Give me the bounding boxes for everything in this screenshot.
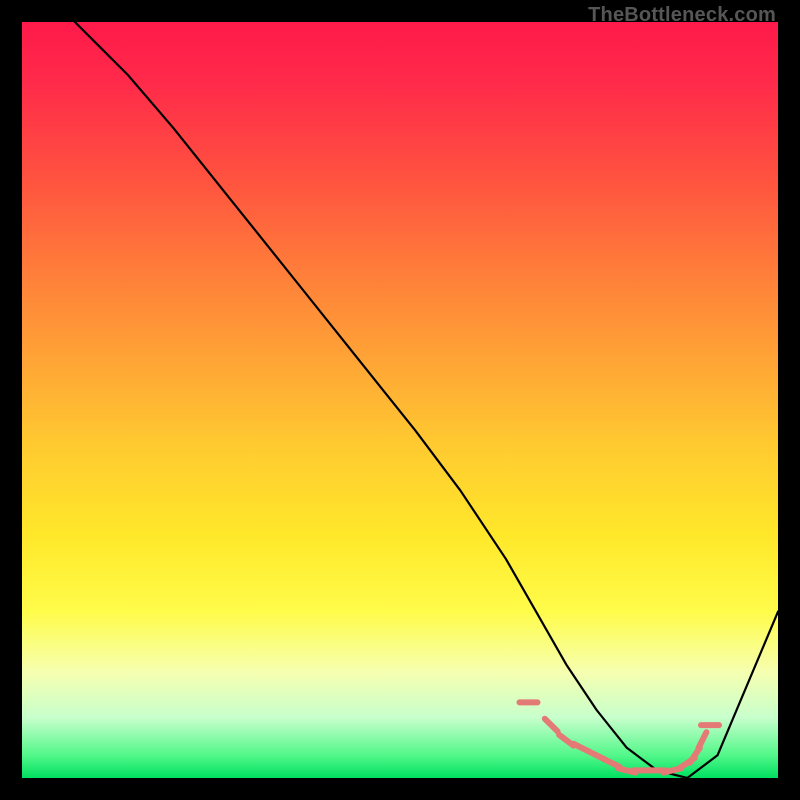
chart-container: TheBottleneck.com — [0, 0, 800, 800]
trough-marker — [545, 719, 558, 732]
main-curve — [75, 22, 778, 778]
plot-area — [22, 22, 778, 778]
chart-svg — [22, 22, 778, 778]
trough-marker — [698, 732, 706, 748]
